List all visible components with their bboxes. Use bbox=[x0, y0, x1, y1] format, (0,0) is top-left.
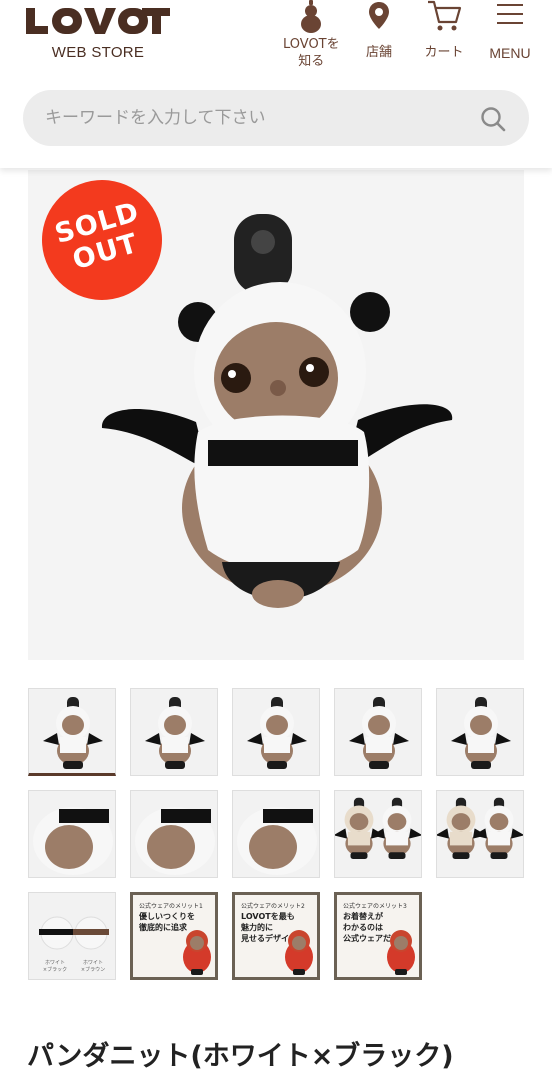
thumbnail-10[interactable] bbox=[436, 790, 524, 878]
thumbnail-photo bbox=[247, 697, 307, 769]
thumbnail-5[interactable] bbox=[436, 688, 524, 776]
thumbnail-photo bbox=[135, 807, 215, 875]
thumbnail-1[interactable] bbox=[28, 688, 116, 776]
nav-menu[interactable]: MENU bbox=[489, 0, 531, 62]
thumbnail-4[interactable] bbox=[334, 688, 422, 776]
thumbnail-12[interactable]: 公式ウェアのメリット1 優しいつくりを 徹底的に追求 bbox=[130, 892, 218, 980]
nav-label: 店舗 bbox=[366, 45, 393, 60]
thumbnail-2[interactable] bbox=[130, 688, 218, 776]
thumbnail-14[interactable]: 公式ウェアのメリット3 お着替えが わかるのは 公式ウェアだけ bbox=[334, 892, 422, 980]
nav-label: MENU bbox=[489, 45, 531, 61]
search-input[interactable] bbox=[45, 90, 475, 146]
swatch-caption-right: ホワイト ×ブラウン bbox=[80, 960, 106, 973]
thumbnail-photo bbox=[349, 697, 409, 769]
nav-cart[interactable]: カート bbox=[424, 0, 464, 61]
gourd-icon bbox=[301, 0, 322, 33]
thumbnail-8[interactable] bbox=[232, 790, 320, 878]
location-pin-icon bbox=[369, 2, 389, 29]
thumbnail-11[interactable]: ホワイト ×ブラック ホワイト ×ブラウン bbox=[28, 892, 116, 980]
thumbnail-9[interactable] bbox=[334, 790, 422, 878]
thumbnail-3[interactable] bbox=[232, 688, 320, 776]
thumbnail-photo bbox=[437, 797, 523, 859]
thumbnail-13[interactable]: 公式ウェアのメリット2 LOVOTを最も 魅力的に 見せるデザイン bbox=[232, 892, 320, 980]
hamburger-icon bbox=[497, 4, 523, 24]
nav-label: カート bbox=[424, 45, 464, 60]
search-icon[interactable] bbox=[479, 105, 507, 133]
thumbnail-photo bbox=[335, 797, 421, 859]
product-main-image[interactable]: SOLD OUT bbox=[28, 170, 524, 660]
thumbnail-6[interactable] bbox=[28, 790, 116, 878]
nav-stores[interactable]: 店舗 bbox=[366, 0, 392, 61]
site-header: WEB STORE LOVOTを 知る 店舗 カート MENU bbox=[0, 0, 552, 168]
logo-link[interactable]: WEB STORE bbox=[24, 4, 174, 64]
thumbnail-photo bbox=[237, 807, 317, 875]
product-title: パンダニット(ホワイト×ブラック) bbox=[27, 1041, 454, 1072]
thumbnail-photo bbox=[451, 697, 511, 769]
lovot-logo bbox=[26, 8, 170, 34]
thumbnail-photo bbox=[145, 697, 205, 769]
nav-about-lovot[interactable]: LOVOTを 知る bbox=[283, 0, 340, 70]
nav-label: LOVOTを 知る bbox=[283, 37, 340, 69]
cart-icon bbox=[428, 0, 462, 31]
logo-subtitle: WEB STORE bbox=[51, 44, 145, 61]
search-bar bbox=[23, 90, 529, 146]
thumbnail-photo bbox=[43, 697, 103, 769]
info-illustration bbox=[183, 930, 211, 975]
thumbnail-7[interactable] bbox=[130, 790, 218, 878]
thumbnail-photo bbox=[33, 807, 113, 875]
swatch-caption-left: ホワイト ×ブラック bbox=[42, 960, 68, 973]
info-illustration bbox=[285, 930, 313, 975]
info-illustration bbox=[387, 930, 415, 975]
